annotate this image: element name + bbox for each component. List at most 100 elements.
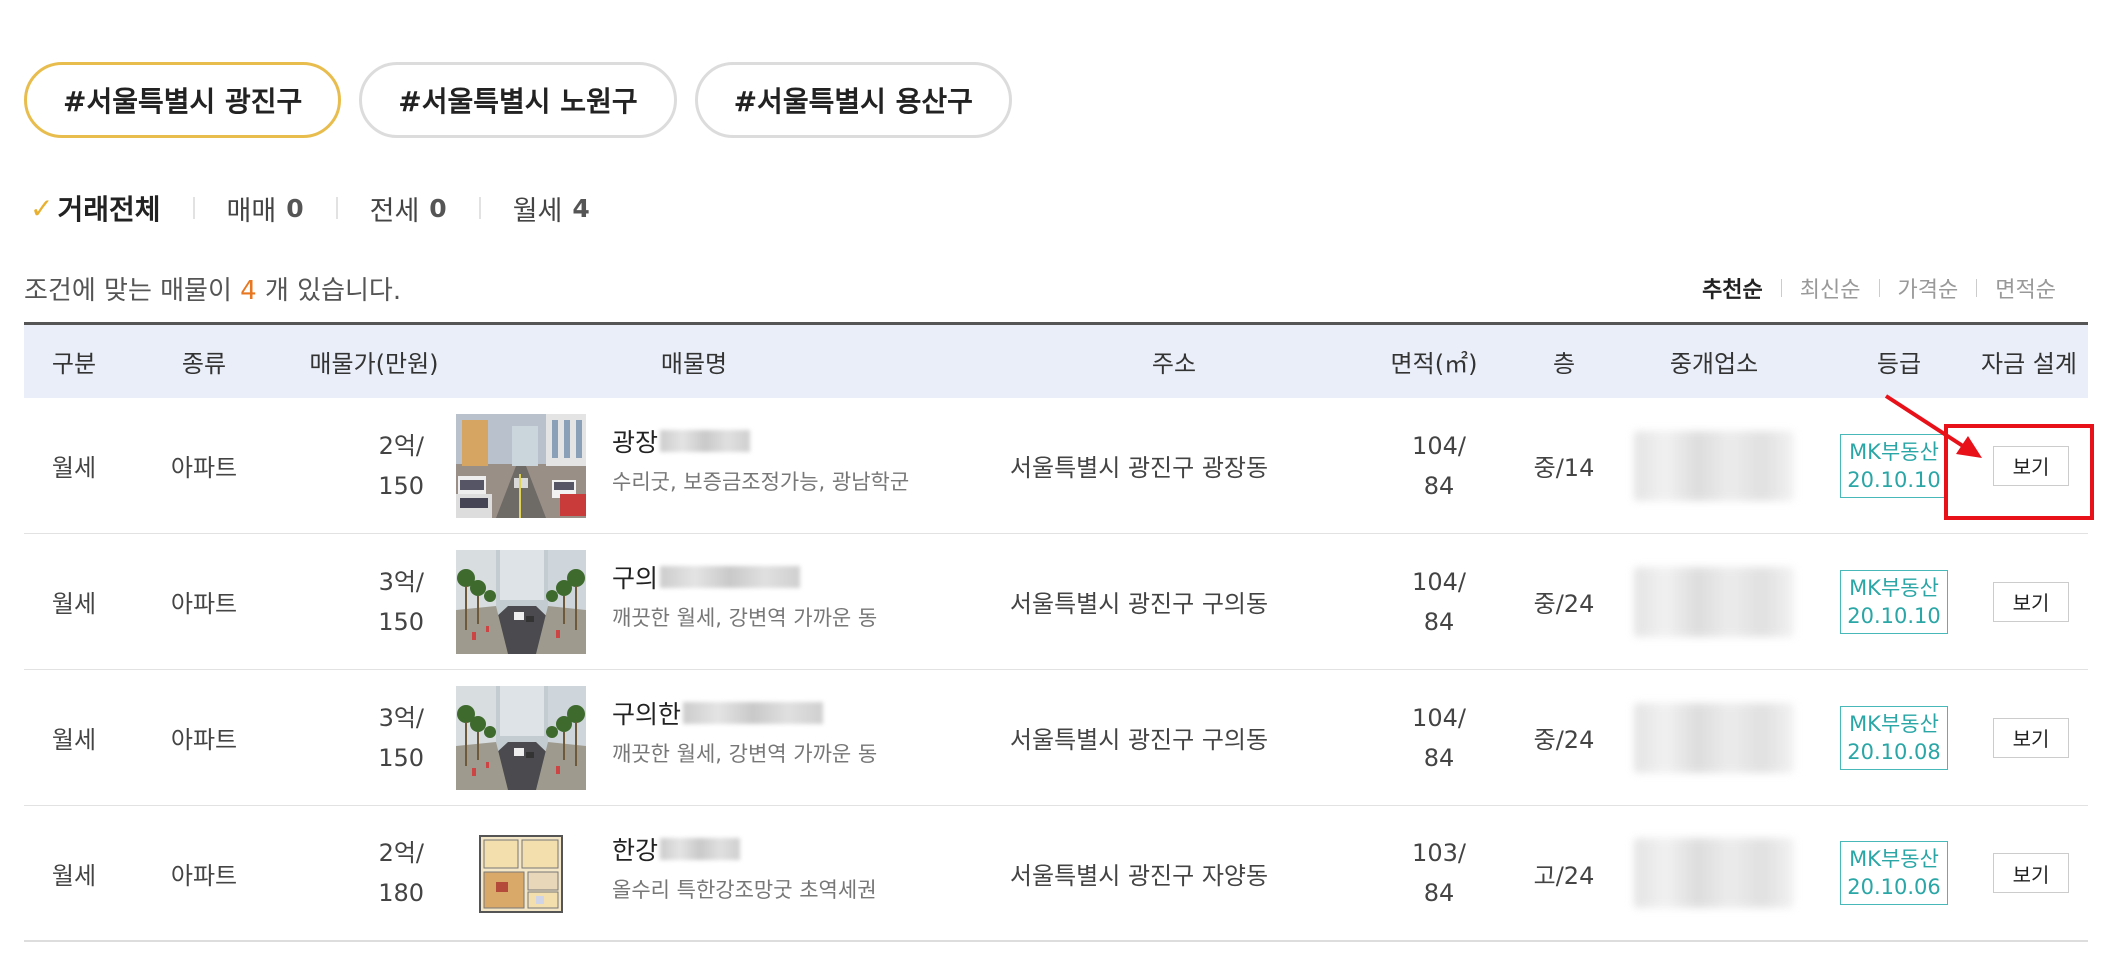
cell-finance: 보기 xyxy=(1974,534,2088,669)
deal-tab-jeonse[interactable]: 전세 0 xyxy=(370,189,447,228)
cell-property-name[interactable]: 한강 올수리 특한강조망굿 초역세권 xyxy=(612,832,952,904)
table-row[interactable]: 월세 아파트 3억/150 구의 깨끗한 월세, 강변역 가까운 동 서울특별시 광진구 … xyxy=(24,534,2088,670)
sort-area[interactable]: 면적순 xyxy=(1995,272,2056,304)
cell-price: 2억/150 xyxy=(324,398,424,533)
grade-badge: MK부동산 20.10.06 xyxy=(1840,841,1948,905)
divider xyxy=(1780,279,1782,297)
sort-price[interactable]: 가격순 xyxy=(1898,272,1959,304)
grade-date: 20.10.08 xyxy=(1847,739,1941,764)
redacted-agent xyxy=(1634,838,1794,908)
cell-price: 3억/150 xyxy=(324,534,424,669)
divider xyxy=(192,197,195,219)
table-row[interactable]: 월세 아파트 3억/150 구의한 깨끗한 월세, 강변역 가까운 동 서울특별시 광진구… xyxy=(24,670,2088,806)
redacted-name xyxy=(683,702,824,724)
check-icon: ✓ xyxy=(30,191,54,225)
sort-recommended[interactable]: 추천순 xyxy=(1702,272,1763,304)
region-tag-nowon[interactable]: #서울특별시 노원구 xyxy=(359,62,677,138)
cell-property-name[interactable]: 구의한 깨끗한 월세, 강변역 가까운 동 xyxy=(612,696,952,768)
deal-tab-sale[interactable]: 매매 0 xyxy=(227,189,304,228)
table-header: 구분 종류 매물가(만원) 매물명 주소 면적(㎡) 층 중개업소 등급 자금 … xyxy=(24,322,2088,398)
cell-finance: 보기 xyxy=(1974,670,2088,805)
cell-category: 월세 xyxy=(51,861,97,890)
region-tag-gwangjin[interactable]: #서울특별시 광진구 xyxy=(24,62,342,138)
view-button[interactable]: 보기 xyxy=(1993,581,2069,622)
area-exclusive: 84 xyxy=(1423,471,1455,500)
cell-area: 104/84 xyxy=(1394,398,1484,533)
cell-property-name[interactable]: 광장수리굿, 보증금조정가능, 광남학군 xyxy=(612,424,952,496)
cell-property-name[interactable]: 구의 깨끗한 월세, 강변역 가까운 동 xyxy=(612,560,952,632)
cell-type: 아파트 xyxy=(170,726,238,754)
divider xyxy=(1976,279,1978,297)
cell-address: 서울특별시 광진구 자양동 xyxy=(1009,861,1269,890)
property-thumbnail[interactable] xyxy=(456,414,586,518)
table-row[interactable]: 월세 아파트 2억/150 광장수리굿, 보증금조정가능, 광남학군 서울특별시 광진구… xyxy=(24,398,2088,534)
cell-area: 104/84 xyxy=(1394,670,1484,805)
deal-tab-sale-count: 0 xyxy=(286,193,304,223)
property-description: 깨끗한 월세, 강변역 가까운 동 xyxy=(612,606,878,630)
cell-floor: 고/24 xyxy=(1533,861,1595,890)
header-type: 종류 xyxy=(181,350,227,378)
cell-address: 서울특별시 광진구 광장동 xyxy=(1009,454,1269,482)
deal-tab-all[interactable]: ✓ 거래전체 xyxy=(30,188,161,228)
cell-floor: 중/14 xyxy=(1533,454,1595,482)
property-name: 광장 xyxy=(612,428,659,457)
cell-address: 서울특별시 광진구 구의동 xyxy=(1009,590,1269,618)
area-supply: 103/ xyxy=(1412,839,1466,867)
deal-type-filter: ✓ 거래전체 매매 0 전세 0 월세 4 xyxy=(30,186,590,230)
view-button[interactable]: 보기 xyxy=(1993,717,2069,758)
grade-badge: MK부동산 20.10.10 xyxy=(1840,433,1948,498)
price-deposit: 2억/ xyxy=(378,839,424,867)
annotation-highlight-box xyxy=(1944,424,2094,520)
listing-table: 구분 종류 매물가(만원) 매물명 주소 면적(㎡) 층 중개업소 등급 자금 … xyxy=(24,322,2088,942)
region-tag-yongsan[interactable]: #서울특별시 용산구 xyxy=(694,62,1012,138)
property-description: 깨끗한 월세, 강변역 가까운 동 xyxy=(612,742,878,766)
deal-tab-jeonse-count: 0 xyxy=(429,193,447,223)
cell-type: 아파트 xyxy=(170,454,238,482)
deal-tab-monthly-count: 4 xyxy=(572,193,590,223)
area-exclusive: 84 xyxy=(1423,607,1455,636)
grade-date: 20.10.10 xyxy=(1847,603,1941,628)
deal-tab-monthly-label: 월세 xyxy=(512,195,563,227)
area-supply: 104/ xyxy=(1412,431,1466,460)
redacted-name xyxy=(660,566,801,588)
area-exclusive: 84 xyxy=(1423,879,1455,907)
grade-date: 20.10.06 xyxy=(1847,875,1941,899)
property-description: 수리굿, 보증금조정가능, 광남학군 xyxy=(612,470,910,494)
divider xyxy=(1878,279,1880,297)
view-button[interactable]: 보기 xyxy=(1993,853,2069,893)
property-thumbnail[interactable] xyxy=(456,822,586,926)
result-prefix: 조건에 맞는 매물이 xyxy=(24,276,241,306)
cell-price: 3억/150 xyxy=(324,670,424,805)
table-row[interactable]: 월세 아파트 2억/180 한강 올수리 특한강조망굿 초역세권 서울특별시 광진구 자양… xyxy=(24,806,2088,942)
region-tag-bar: #서울특별시 광진구 #서울특별시 노원구 #서울특별시 용산구 xyxy=(24,62,1012,138)
cell-category: 월세 xyxy=(51,454,97,482)
sort-latest[interactable]: 최신순 xyxy=(1800,272,1861,304)
deal-tab-monthly[interactable]: 월세 4 xyxy=(513,189,590,228)
price-monthly: 150 xyxy=(378,743,424,772)
price-monthly: 150 xyxy=(378,607,424,636)
area-exclusive: 84 xyxy=(1423,743,1455,772)
divider xyxy=(335,197,338,219)
redacted-agent xyxy=(1634,702,1794,773)
result-count-text: 조건에 맞는 매물이 4 개 있습니다. xyxy=(24,270,401,307)
result-suffix: 개 있습니다. xyxy=(256,276,402,306)
cell-grade: MK부동산 20.10.06 xyxy=(1824,806,1964,940)
redacted-name xyxy=(660,838,741,860)
result-count: 4 xyxy=(240,276,257,306)
cell-type: 아파트 xyxy=(170,590,238,618)
deal-tab-jeonse-label: 전세 xyxy=(369,195,420,227)
cell-price: 2억/180 xyxy=(324,806,424,940)
area-supply: 104/ xyxy=(1412,703,1466,732)
property-thumbnail[interactable] xyxy=(456,686,586,790)
cell-address: 서울특별시 광진구 구의동 xyxy=(1009,726,1269,754)
header-category: 구분 xyxy=(51,350,97,378)
grade-date: 20.10.10 xyxy=(1847,467,1941,492)
cell-floor: 중/24 xyxy=(1533,726,1595,754)
header-name: 매물명 xyxy=(660,350,728,378)
property-thumbnail[interactable] xyxy=(456,550,586,654)
sort-options: 추천순 최신순 가격순 면적순 xyxy=(1702,272,2056,304)
price-deposit: 3억/ xyxy=(378,703,424,732)
cell-finance: 보기 xyxy=(1974,806,2088,940)
cell-category: 월세 xyxy=(51,590,97,618)
grade-badge: MK부동산 20.10.08 xyxy=(1840,705,1948,770)
